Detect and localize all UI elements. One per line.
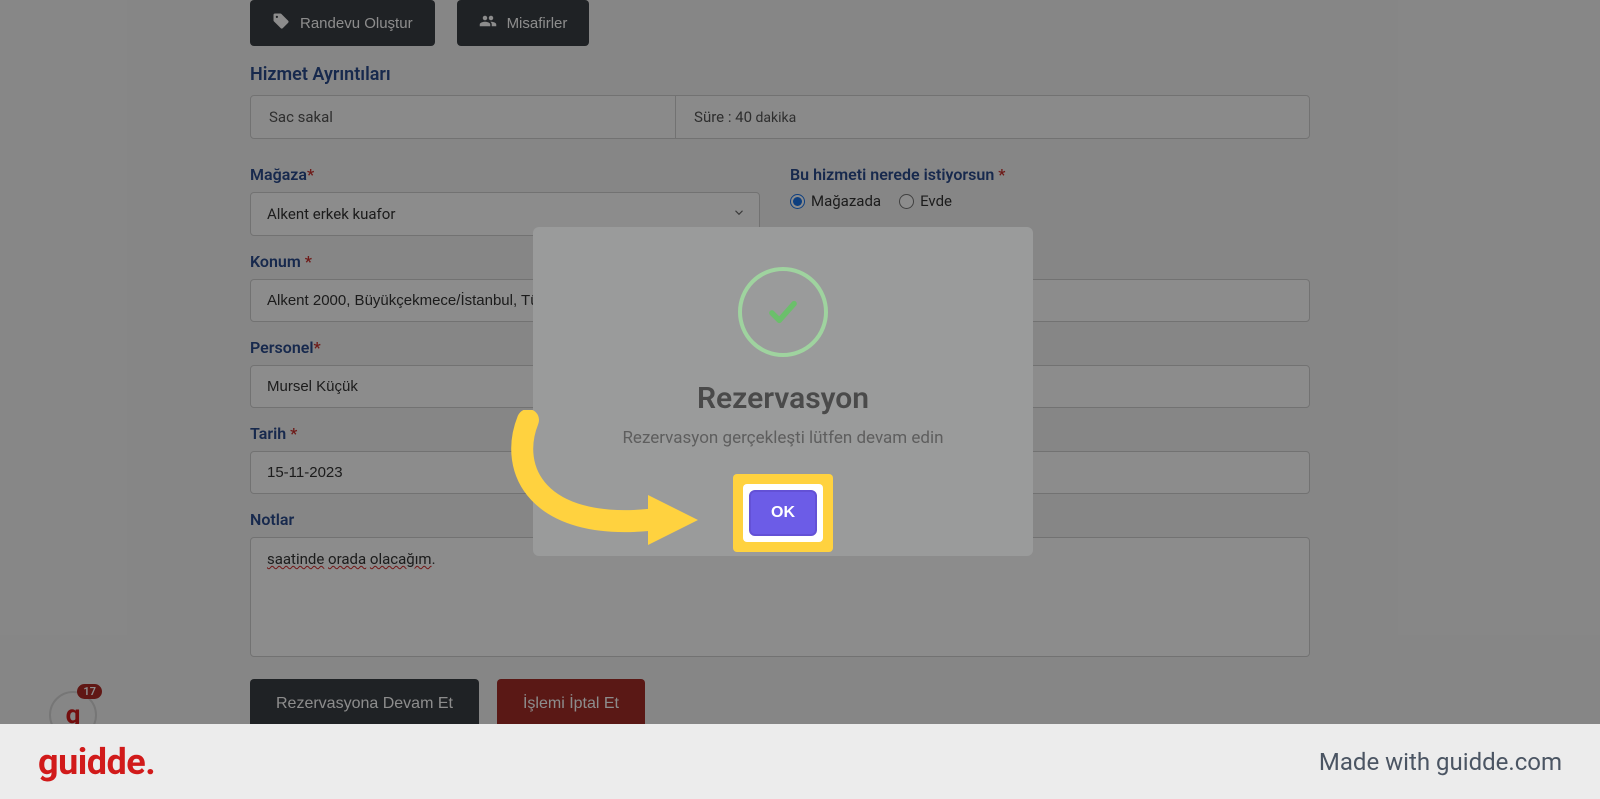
modal-message: Rezervasyon gerçekleşti lütfen devam edi… <box>622 428 943 448</box>
ok-button-inner: OK <box>743 484 823 542</box>
made-with-text: Made with guidde.com <box>1319 748 1562 776</box>
ok-button-highlight: OK <box>733 474 833 552</box>
guidde-logo: guidde. <box>38 741 155 783</box>
footer-bar: guidde. Made with guidde.com <box>0 724 1600 799</box>
page-root: Randevu Oluştur Misafirler Hizmet Ayrınt… <box>0 0 1600 799</box>
ok-button[interactable]: OK <box>749 490 817 536</box>
reservation-success-modal: Rezervasyon Rezervasyon gerçekleşti lütf… <box>533 227 1033 556</box>
modal-title: Rezervasyon <box>697 381 869 416</box>
success-check-icon <box>738 267 828 357</box>
